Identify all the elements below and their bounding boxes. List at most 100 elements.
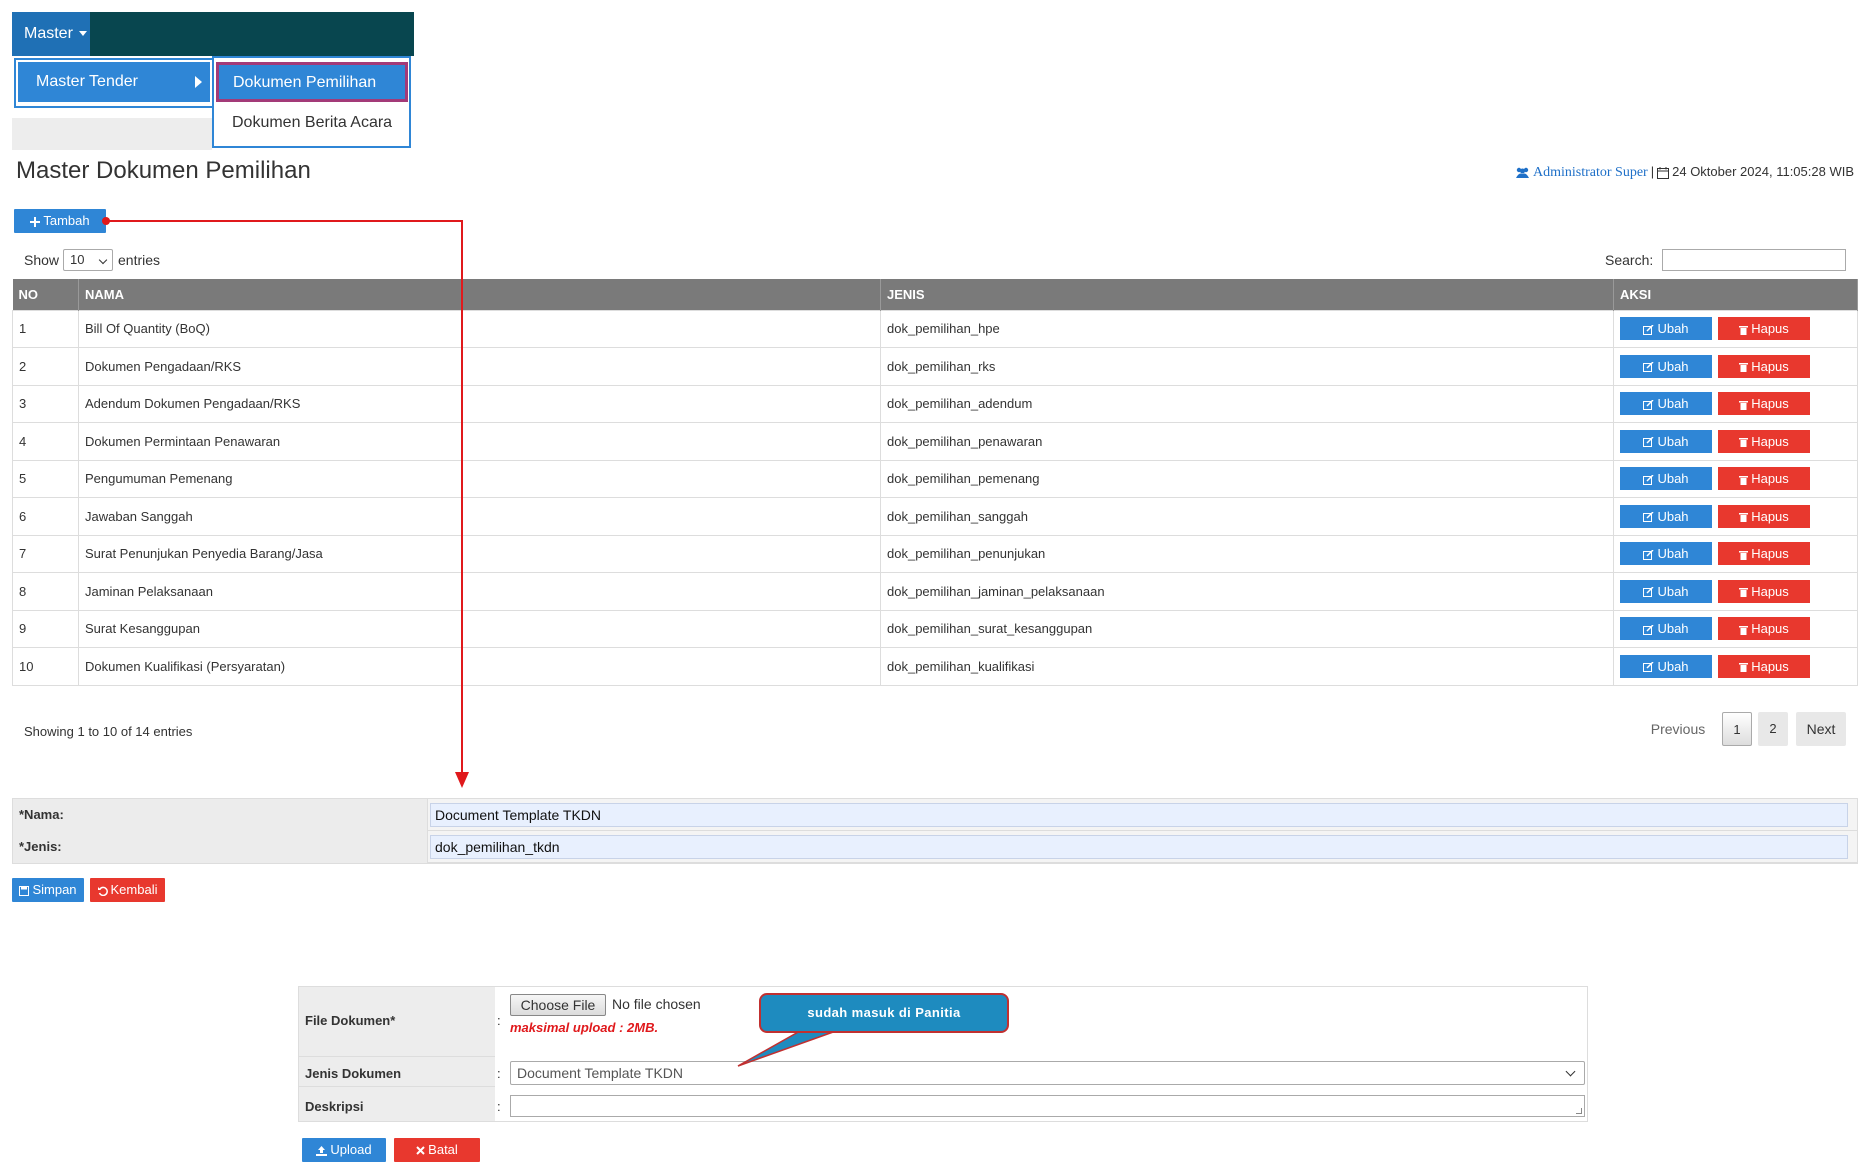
cell-aksi: Ubah Hapus (1613, 497, 1858, 536)
ubah-button[interactable]: Ubah (1620, 467, 1712, 491)
ubah-button[interactable]: Ubah (1620, 617, 1712, 641)
cell-no: 6 (12, 497, 79, 536)
hapus-label: Hapus (1751, 508, 1789, 524)
cell-no: 7 (12, 534, 79, 573)
file-dokumen-label: File Dokumen* (305, 1013, 396, 1028)
entries-select[interactable]: 10 (63, 249, 113, 271)
deskripsi-textarea[interactable] (510, 1095, 1585, 1117)
hapus-button[interactable]: Hapus (1718, 617, 1810, 641)
annotation-arrow-head (455, 772, 469, 788)
hapus-button[interactable]: Hapus (1718, 504, 1810, 528)
cell-jenis: dok_pemilihan_penunjukan (880, 534, 1614, 573)
cell-nama: Adendum Dokumen Pengadaan/RKS (78, 384, 881, 423)
trash-icon (1739, 550, 1749, 560)
jenis-dokumen-select[interactable]: Document Template TKDN (510, 1061, 1585, 1085)
hapus-button[interactable]: Hapus (1718, 354, 1810, 378)
ubah-button[interactable]: Ubah (1620, 317, 1712, 341)
search-label: Search: (1605, 252, 1654, 268)
hapus-button[interactable]: Hapus (1718, 579, 1810, 603)
ubah-label: Ubah (1657, 508, 1689, 524)
ubah-button[interactable]: Ubah (1620, 354, 1712, 378)
hapus-button[interactable]: Hapus (1718, 542, 1810, 566)
batal-button[interactable]: Batal (394, 1138, 480, 1162)
cell-aksi: Ubah Hapus (1613, 384, 1858, 423)
pagination-previous[interactable]: Previous (1638, 712, 1718, 746)
ubah-button[interactable]: Ubah (1620, 392, 1712, 416)
search-input[interactable] (1662, 249, 1846, 271)
hapus-button[interactable]: Hapus (1718, 654, 1810, 678)
table-header-row: NO NAMA JENIS AKSI (12, 279, 1858, 310)
hapus-button[interactable]: Hapus (1718, 392, 1810, 416)
header-no[interactable]: NO (12, 279, 79, 310)
cell-aksi: Ubah Hapus (1613, 422, 1858, 461)
cell-jenis: dok_pemilihan_rks (880, 347, 1614, 386)
cell-nama: Pengumuman Pemenang (78, 459, 881, 498)
hapus-label: Hapus (1751, 433, 1789, 449)
choose-file-button[interactable]: Choose File (510, 994, 606, 1016)
pagination-next[interactable]: Next (1796, 712, 1846, 746)
menu-item-dokumen-pemilihan[interactable]: Dokumen Pemilihan (216, 62, 408, 102)
no-file-text: No file chosen (612, 996, 701, 1012)
cell-nama: Jawaban Sanggah (78, 497, 881, 536)
jenis-input[interactable]: dok_pemilihan_tkdn (430, 835, 1848, 859)
cell-no: 1 (12, 309, 79, 348)
cell-no: 10 (12, 647, 79, 686)
calendar-icon (1657, 166, 1670, 179)
tambah-label: Tambah (43, 213, 90, 228)
cell-jenis: dok_pemilihan_jaminan_pelaksanaan (880, 572, 1614, 611)
undo-icon (97, 886, 108, 896)
hapus-button[interactable]: Hapus (1718, 429, 1810, 453)
chevron-right-icon (195, 76, 202, 88)
jenis-label: *Jenis: (19, 839, 62, 854)
ubah-button[interactable]: Ubah (1620, 504, 1712, 528)
tambah-button[interactable]: Tambah (14, 209, 106, 233)
cell-aksi: Ubah Hapus (1613, 347, 1858, 386)
colon: : (497, 1099, 501, 1114)
hapus-label: Hapus (1751, 358, 1789, 374)
edit-icon (1643, 549, 1654, 560)
simpan-label: Simpan (32, 882, 77, 897)
hapus-button[interactable]: Hapus (1718, 317, 1810, 341)
table-row: 3 Adendum Dokumen Pengadaan/RKS dok_pemili… (12, 384, 1858, 423)
nama-label: *Nama: (19, 807, 64, 822)
user-name-link[interactable]: Administrator Super (1533, 165, 1648, 180)
nama-input[interactable]: Document Template TKDN (430, 803, 1848, 827)
kembali-button[interactable]: Kembali (90, 878, 165, 902)
resize-grip-icon[interactable] (1576, 1108, 1582, 1114)
ubah-button[interactable]: Ubah (1620, 542, 1712, 566)
ubah-button[interactable]: Ubah (1620, 654, 1712, 678)
edit-icon (1643, 662, 1654, 673)
close-icon (416, 1146, 425, 1155)
ubah-button[interactable]: Ubah (1620, 429, 1712, 453)
showing-entries-info: Showing 1 to 10 of 14 entries (24, 724, 193, 739)
ubah-button[interactable]: Ubah (1620, 579, 1712, 603)
table-row: 9 Surat Kesanggupan dok_pemilihan_surat_ke… (12, 609, 1858, 648)
master-menu-button[interactable]: Master (12, 12, 90, 56)
header-jenis[interactable]: JENIS (880, 279, 1614, 310)
cell-nama: Dokumen Permintaan Penawaran (78, 422, 881, 461)
pagination-page-1[interactable]: 1 (1722, 712, 1752, 746)
datetime: 24 Oktober 2024, 11:05:28 WIB (1672, 164, 1854, 179)
table-body: 1 Bill Of Quantity (BoQ) dok_pemilihan_hpe… (12, 309, 1858, 686)
ubah-label: Ubah (1657, 358, 1689, 374)
table-row: 6 Jawaban Sanggah dok_pemilihan_sanggah Uba… (12, 497, 1858, 536)
upload-button[interactable]: Upload (302, 1138, 386, 1162)
header-nama[interactable]: NAMA (78, 279, 881, 310)
cell-no: 4 (12, 422, 79, 461)
menu-item-master-tender[interactable]: Master Tender (18, 62, 210, 102)
hapus-button[interactable]: Hapus (1718, 467, 1810, 491)
hapus-label: Hapus (1751, 321, 1789, 337)
upload-label: Upload (330, 1142, 372, 1157)
cell-no: 3 (12, 384, 79, 423)
menu-item-dokumen-berita-acara[interactable]: Dokumen Berita Acara (216, 106, 408, 140)
header-aksi: AKSI (1613, 279, 1858, 310)
cell-aksi: Ubah Hapus (1613, 459, 1858, 498)
simpan-button[interactable]: Simpan (12, 878, 84, 902)
trash-icon (1739, 400, 1749, 410)
dokumen-form: *Nama: Document Template TKDN *Jenis: do… (12, 798, 1858, 864)
pagination-page-2[interactable]: 2 (1758, 712, 1788, 746)
trash-icon (1739, 663, 1749, 673)
entries-label: entries (118, 252, 161, 268)
users-icon (1516, 167, 1530, 178)
cell-nama: Dokumen Pengadaan/RKS (78, 347, 881, 386)
